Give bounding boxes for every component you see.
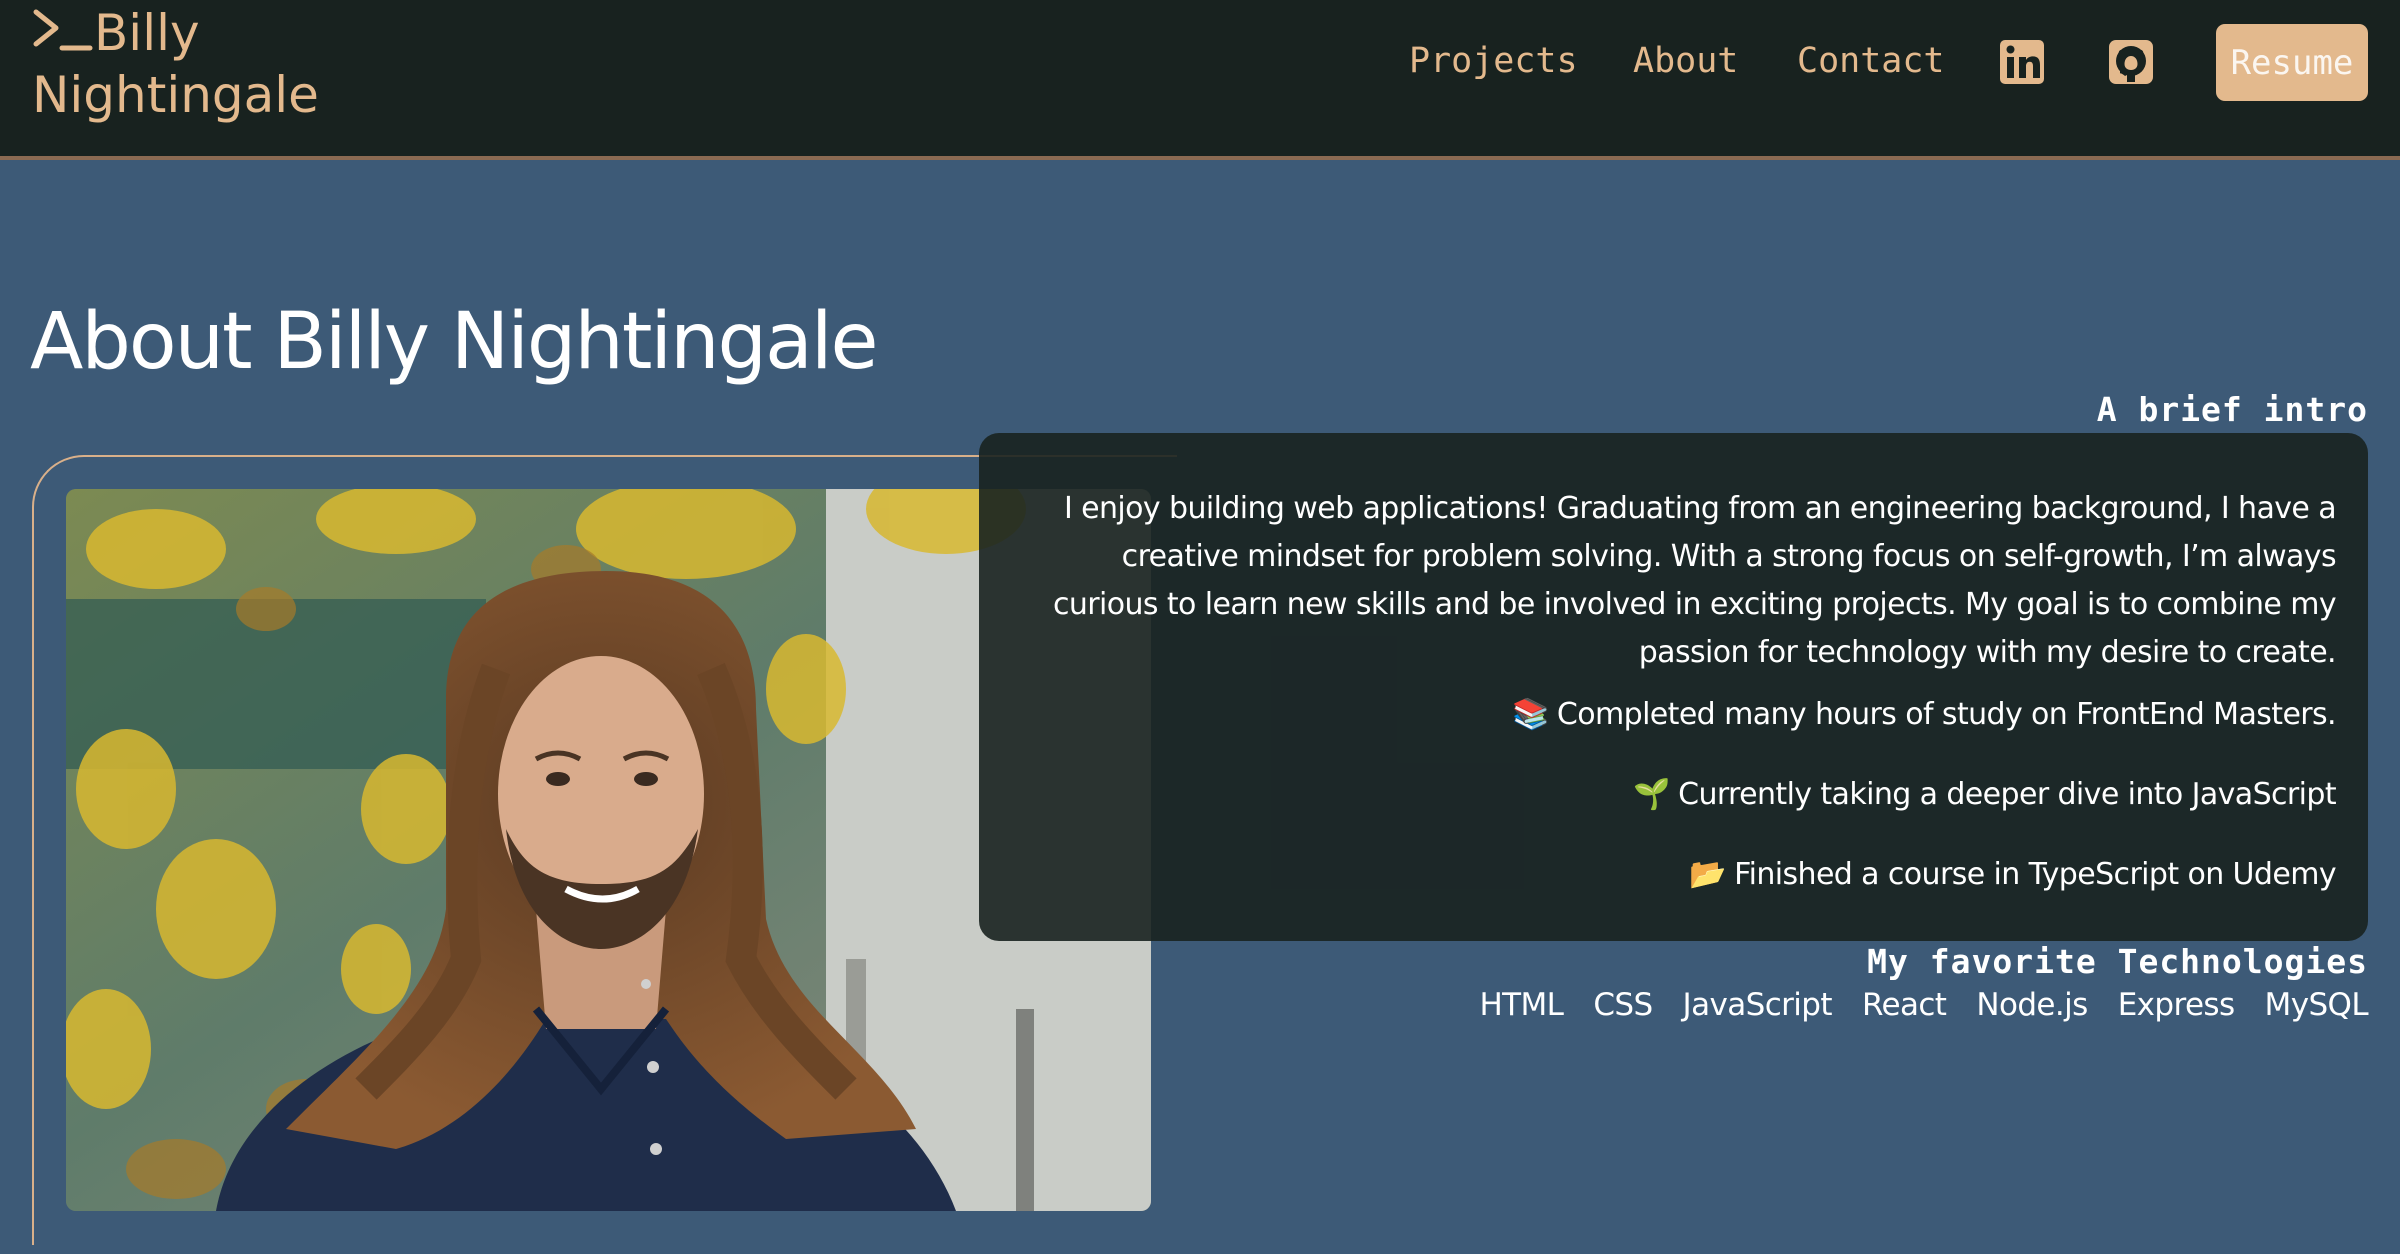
tech-list: HTML CSS JavaScript React Node.js Expres…: [1479, 982, 2368, 1028]
folder-icon: 📂: [1689, 857, 1727, 892]
tech-item-nodejs: Node.js: [1976, 987, 2088, 1023]
nav-about[interactable]: About: [1633, 36, 1738, 86]
tech-label: My favorite Technologies: [1867, 942, 2368, 981]
nav-contact[interactable]: Contact: [1797, 36, 1945, 86]
tech-item-mysql: MySQL: [2264, 987, 2369, 1023]
site-logo[interactable]: Billy Nightingale: [32, 2, 319, 126]
tech-item-express: Express: [2117, 987, 2235, 1023]
intro-paragraph: I enjoy building web applications! Gradu…: [1052, 491, 2337, 670]
logo-first-name: Billy: [94, 4, 200, 62]
tech-item-javascript: JavaScript: [1682, 987, 1833, 1023]
github-icon[interactable]: [2107, 38, 2155, 86]
resume-button[interactable]: Resume: [2216, 24, 2368, 101]
intro-card: I enjoy building web applications! Gradu…: [979, 433, 2368, 941]
bullet-text: Finished a course in TypeScript on Udemy: [1734, 857, 2336, 892]
site-header: Billy Nightingale Projects About Contact…: [0, 0, 2400, 160]
tech-item-html: HTML: [1479, 987, 1564, 1023]
nav-projects[interactable]: Projects: [1409, 36, 1578, 86]
logo-last-name: Nightingale: [32, 66, 319, 124]
linkedin-icon[interactable]: [1998, 38, 2046, 86]
seedling-icon: 🌱: [1633, 777, 1671, 812]
tech-item-react: React: [1861, 987, 1947, 1023]
bullet-item-typescript: 📂 Finished a course in TypeScript on Udem…: [1011, 851, 2336, 899]
page-title: About Billy Nightingale: [30, 297, 879, 387]
tech-item-css: CSS: [1593, 987, 1653, 1023]
terminal-prompt-icon: [33, 9, 93, 51]
bullet-text: Currently taking a deeper dive into Java…: [1678, 777, 2337, 812]
bullet-item-frontend-masters: 📚 Completed many hours of study on FrontE…: [1011, 691, 2336, 739]
bullet-text: Completed many hours of study on FrontEn…: [1556, 697, 2337, 732]
intro-label: A brief intro: [2096, 390, 2368, 429]
books-icon: 📚: [1512, 697, 1549, 732]
bullet-item-javascript: 🌱 Currently taking a deeper dive into Jav…: [1011, 771, 2336, 819]
